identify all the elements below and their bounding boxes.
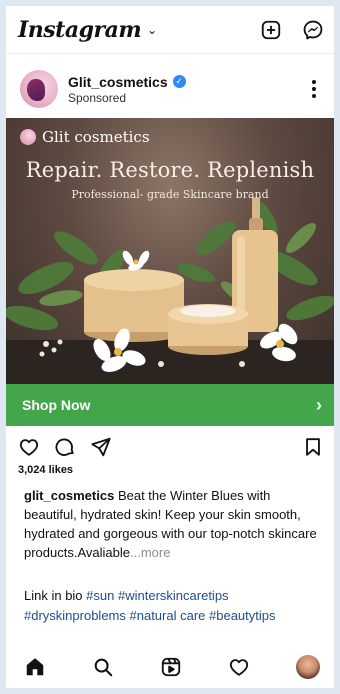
hashtag-link[interactable]: #sun — [86, 588, 114, 603]
dot — [312, 94, 316, 98]
chevron-down-icon[interactable]: ⌄ — [147, 23, 157, 37]
share-icon[interactable] — [90, 436, 112, 458]
chevron-right-icon: › — [316, 394, 322, 415]
top-bar: Instagram ⌄ — [6, 6, 334, 54]
hashtag-link[interactable]: #winterskincaretips — [118, 588, 229, 603]
ad-image[interactable]: Glit cosmetics Repair. Restore. Replenis… — [6, 118, 334, 384]
hashtag-link[interactable]: #natural care — [130, 608, 206, 623]
post-header: Glit_cosmetics ✓ Sponsored — [6, 62, 334, 116]
add-post-icon[interactable] — [260, 19, 282, 41]
sponsored-label: Sponsored — [68, 90, 127, 105]
dot — [312, 87, 316, 91]
profile-avatar[interactable] — [296, 655, 320, 679]
ad-brand-logo: Glit cosmetics — [20, 128, 150, 146]
post-caption: glit_cosmetics Beat the Winter Blues wit… — [24, 486, 324, 562]
link-in-bio-text: Link in bio — [24, 588, 83, 603]
ad-brand-name: Glit cosmetics — [42, 128, 150, 146]
post-author: Glit_cosmetics ✓ Sponsored — [68, 74, 186, 105]
caption-ellipsis: ... — [130, 545, 141, 560]
caption-hashtags: Link in bio #sun #winterskincaretips #dr… — [24, 586, 324, 626]
heart-icon[interactable] — [18, 436, 40, 458]
post-username[interactable]: Glit_cosmetics — [68, 74, 168, 90]
hashtag-link[interactable]: #dryskinproblems — [24, 608, 126, 623]
search-icon[interactable] — [92, 656, 114, 678]
brand-mark-icon — [20, 129, 36, 145]
more-icon[interactable] — [304, 80, 324, 98]
activity-icon[interactable] — [228, 656, 250, 678]
shop-now-label: Shop Now — [22, 397, 91, 413]
post-actions-left — [18, 436, 112, 458]
bottom-nav — [6, 646, 334, 688]
comment-icon[interactable] — [54, 436, 76, 458]
hashtag-link[interactable]: #beautytips — [209, 608, 276, 623]
ad-headline: Repair. Restore. Replenish — [25, 158, 315, 182]
verified-badge-icon: ✓ — [172, 75, 186, 88]
top-actions — [260, 19, 324, 41]
messenger-icon[interactable] — [302, 19, 324, 41]
ad-subheadline: Professional- grade Skincare brand — [71, 188, 269, 201]
bookmark-icon[interactable] — [302, 436, 324, 458]
username-row: Glit_cosmetics ✓ — [68, 74, 186, 90]
shop-now-button[interactable]: Shop Now › — [6, 384, 334, 426]
post-actions — [6, 430, 334, 464]
likes-count[interactable]: 3,024 likes — [18, 464, 73, 476]
home-icon[interactable] — [24, 656, 46, 678]
brand-avatar[interactable] — [20, 70, 58, 108]
post-actions-right — [302, 436, 324, 458]
caption-more-link[interactable]: more — [141, 545, 171, 560]
caption-username[interactable]: glit_cosmetics — [24, 488, 114, 503]
dot — [312, 80, 316, 84]
reels-icon[interactable] — [160, 656, 182, 678]
app-logo[interactable]: Instagram — [18, 17, 142, 43]
instagram-screen: Instagram ⌄ Glit_cosmetics ✓ Sponsored G… — [6, 6, 334, 688]
